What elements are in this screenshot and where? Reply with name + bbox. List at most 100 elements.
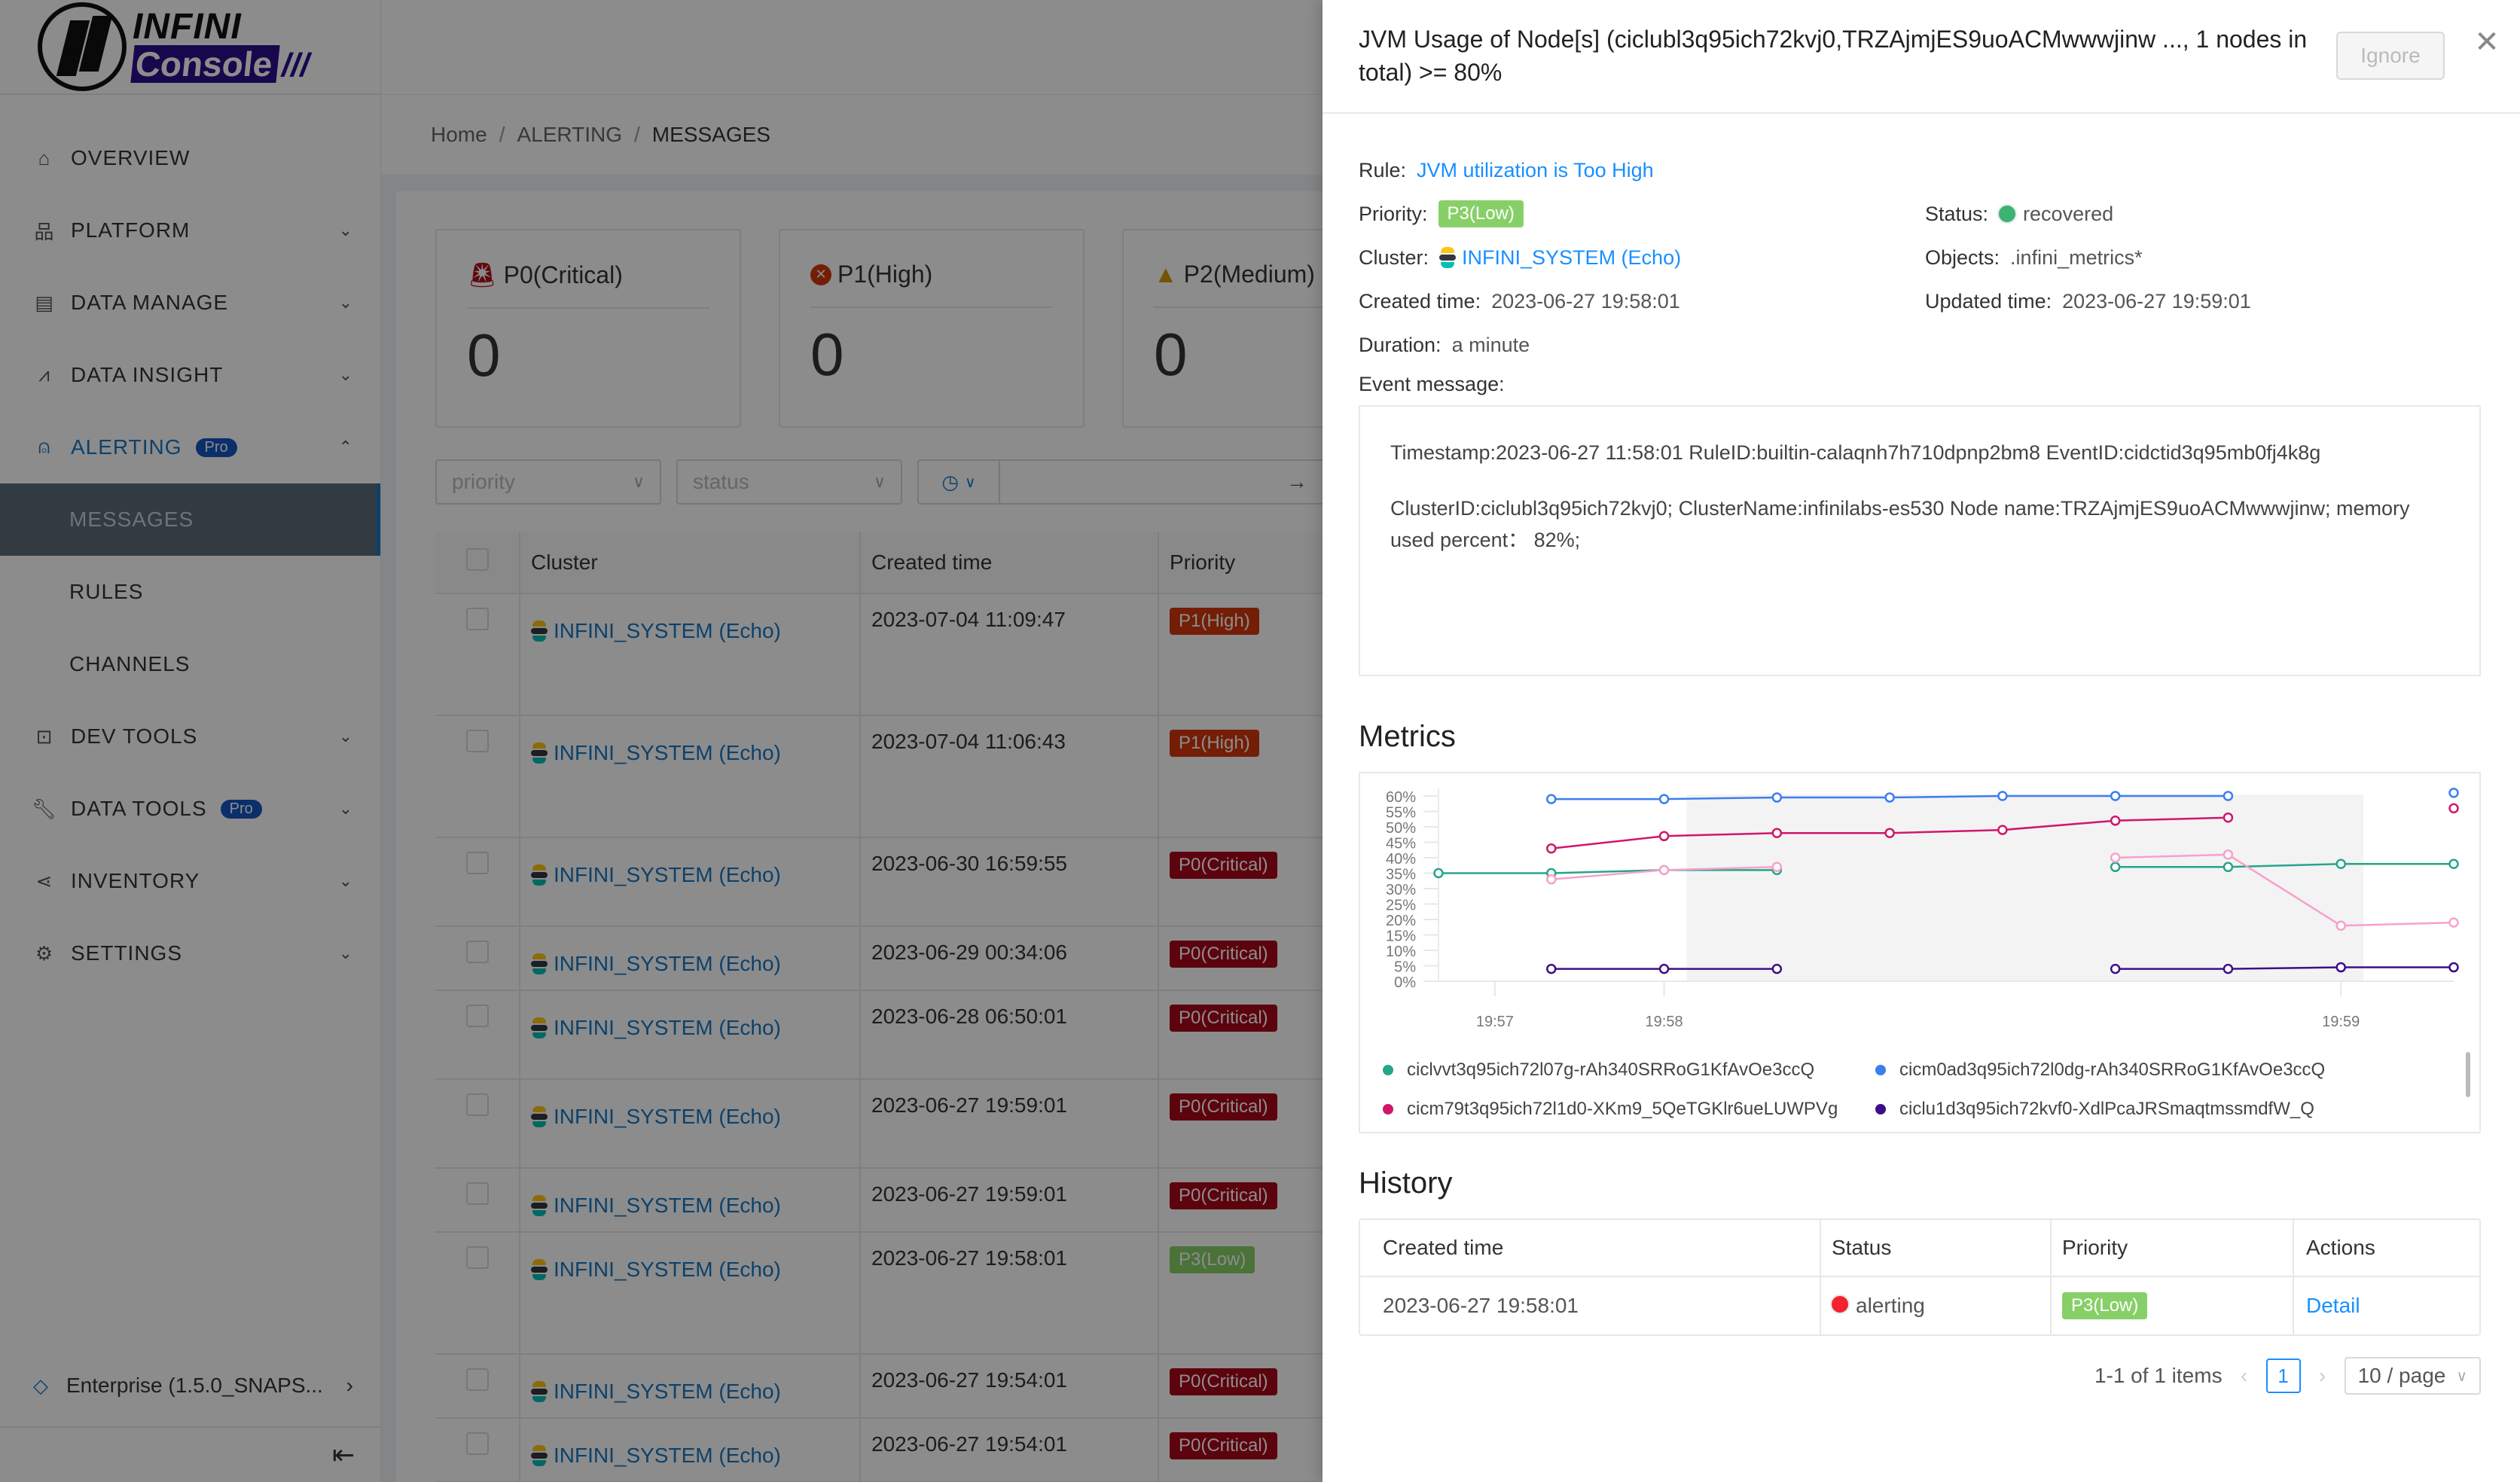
- data-point: [2335, 920, 2346, 931]
- history-actions: Detail: [2294, 1277, 2479, 1334]
- y-tick-label: 40%: [1386, 851, 1416, 868]
- data-point: [1658, 794, 1670, 804]
- status-row: Status: recovered: [1925, 192, 2493, 236]
- y-tick-label: 25%: [1386, 898, 1416, 914]
- data-point: [2110, 852, 2121, 863]
- data-point: [2335, 962, 2346, 973]
- cluster-label: Cluster:: [1359, 245, 1429, 269]
- data-point: [2223, 963, 2234, 974]
- priority-tag: P3(Low): [1438, 200, 1524, 227]
- data-point: [1546, 794, 1557, 804]
- data-point: [2335, 858, 2346, 869]
- data-point: [1658, 963, 1670, 974]
- chevron-right-icon[interactable]: ›: [2311, 1364, 2334, 1388]
- data-point: [2448, 788, 2459, 798]
- legend-dot-icon: [1383, 1104, 1393, 1115]
- history-table: Created time Status Priority Actions 202…: [1359, 1218, 2481, 1336]
- data-point: [1884, 792, 1895, 803]
- objects-label: Objects:: [1925, 245, 2000, 269]
- cluster-row: Cluster: INFINI_SYSTEM (Echo): [1359, 236, 1925, 279]
- column-header: Actions: [2294, 1220, 2479, 1277]
- legend-label: ciclvvt3q95ich72l07g-rAh340SRRoG1KfAvOe3…: [1407, 1060, 1815, 1080]
- updated-row: Updated time: 2023-06-27 19:59:01: [1925, 279, 2493, 323]
- ignore-button[interactable]: Ignore: [2336, 32, 2445, 80]
- priority-tag: P3(Low): [2062, 1292, 2148, 1319]
- page-size-value: 10 / page: [2357, 1364, 2446, 1387]
- data-point: [1546, 874, 1557, 885]
- legend-item[interactable]: ciclvvt3q95ich72l07g-rAh340SRRoG1KfAvOe3…: [1383, 1057, 1875, 1084]
- created-row: Created time: 2023-06-27 19:58:01: [1359, 279, 1925, 323]
- legend-dot-icon: [1875, 1065, 1886, 1075]
- priority-row: Priority: P3(Low): [1359, 192, 1925, 236]
- y-tick-label: 35%: [1386, 867, 1416, 883]
- data-point: [2110, 963, 2121, 974]
- column-header: Created time: [1360, 1220, 1821, 1277]
- legend-item[interactable]: cicm0ad3q95ich72l0dg-rAh340SRRoG1KfAvOe3…: [1875, 1057, 2437, 1084]
- y-tick-label: 30%: [1386, 882, 1416, 898]
- history-status: alerting: [1821, 1277, 2052, 1334]
- legend-item[interactable]: cicm79t3q95ich72l1d0-XKm9_5QeTGKlr6ueLUW…: [1383, 1096, 1875, 1123]
- y-tick-label: 0%: [1394, 974, 1416, 991]
- data-point: [2223, 849, 2234, 860]
- chevron-left-icon[interactable]: ‹: [2233, 1364, 2256, 1388]
- data-point: [1771, 792, 1783, 803]
- cluster-link[interactable]: INFINI_SYSTEM (Echo): [1439, 246, 1681, 270]
- data-point: [1884, 828, 1895, 838]
- data-point: [1658, 831, 1670, 842]
- data-point: [1546, 843, 1557, 854]
- legend-item[interactable]: ciclu1d3q95ich72kvf0-XdlPcaJRSmaqtmssmdf…: [1875, 1096, 2437, 1123]
- history-created: 2023-06-27 19:58:01: [1360, 1277, 1821, 1334]
- column-header: Status: [1821, 1220, 2052, 1277]
- page-button[interactable]: 1: [2265, 1358, 2301, 1393]
- detail-link[interactable]: Detail: [2306, 1294, 2360, 1317]
- duration-label: Duration:: [1359, 333, 1442, 356]
- y-tick-label: 15%: [1386, 929, 1416, 945]
- status-label: Status:: [1925, 202, 1989, 225]
- elasticsearch-icon: [1439, 247, 1457, 268]
- rule-link[interactable]: JVM utilization is Too High: [1417, 159, 1654, 182]
- pagination: 1-1 of 1 items ‹ 1 › 10 / page ∨: [1359, 1357, 2481, 1395]
- legend-label: cicm0ad3q95ich72l0dg-rAh340SRRoG1KfAvOe3…: [1899, 1060, 2326, 1080]
- chart-legend: ciclvvt3q95ich72l07g-rAh340SRRoG1KfAvOe3…: [1383, 1057, 2437, 1123]
- legend-label: cicm79t3q95ich72l1d0-XKm9_5QeTGKlr6ueLUW…: [1407, 1099, 1838, 1119]
- data-point: [1997, 825, 2008, 835]
- event-message-box: Timestamp:2023-06-27 11:58:01 RuleID:bui…: [1359, 405, 2481, 676]
- event-message-line: Timestamp:2023-06-27 11:58:01 RuleID:bui…: [1390, 441, 2321, 464]
- table-row: 2023-06-27 19:58:01 alerting P3(Low) Det…: [1360, 1277, 2479, 1334]
- data-point: [2448, 917, 2459, 928]
- data-point: [1997, 791, 2008, 801]
- data-point: [2223, 812, 2234, 823]
- x-tick-label: 19:59: [2322, 1014, 2360, 1030]
- priority-label: Priority:: [1359, 202, 1428, 225]
- close-icon[interactable]: ✕: [2472, 27, 2502, 57]
- data-point: [1771, 861, 1783, 873]
- history-status-value: alerting: [1856, 1294, 1925, 1317]
- event-message-label: Event message:: [1359, 373, 1505, 395]
- duration-value: a minute: [1451, 333, 1530, 356]
- y-tick-label: 20%: [1386, 913, 1416, 929]
- history-priority: P3(Low): [2052, 1277, 2294, 1334]
- pagination-summary: 1-1 of 1 items: [2094, 1364, 2223, 1387]
- data-point: [1433, 868, 1444, 879]
- metrics-chart-svg: 0%5%10%15%20%25%30%35%40%45%50%55%60% 19:…: [1386, 788, 2459, 1030]
- legend-scrollbar[interactable]: [2466, 1052, 2470, 1097]
- y-tick-label: 45%: [1386, 836, 1416, 852]
- alert-detail-drawer: JVM Usage of Node[s] (ciclubl3q95ich72kv…: [1323, 0, 2520, 1482]
- data-point: [1658, 864, 1670, 876]
- y-tick-label: 5%: [1394, 959, 1416, 976]
- objects-value: .infini_metrics*: [2010, 245, 2143, 269]
- y-tick-label: 50%: [1386, 820, 1416, 837]
- data-point: [1771, 963, 1783, 974]
- status-dot-icon: [1832, 1296, 1848, 1313]
- created-value: 2023-06-27 19:58:01: [1491, 289, 1680, 313]
- created-label: Created time:: [1359, 289, 1481, 313]
- event-message-line: ClusterID:ciclubl3q95ich72kvj0; ClusterN…: [1390, 497, 2410, 551]
- highlight-band: [1686, 794, 2364, 981]
- history-title: History: [1359, 1166, 1453, 1200]
- rule-row: Rule: JVM utilization is Too High: [1359, 148, 2493, 192]
- column-header: Priority: [2052, 1220, 2294, 1277]
- data-point: [2223, 861, 2234, 873]
- y-tick-label: 10%: [1386, 944, 1416, 960]
- cluster-name: INFINI_SYSTEM (Echo): [1462, 245, 1682, 269]
- page-size-select[interactable]: 10 / page ∨: [2344, 1357, 2481, 1395]
